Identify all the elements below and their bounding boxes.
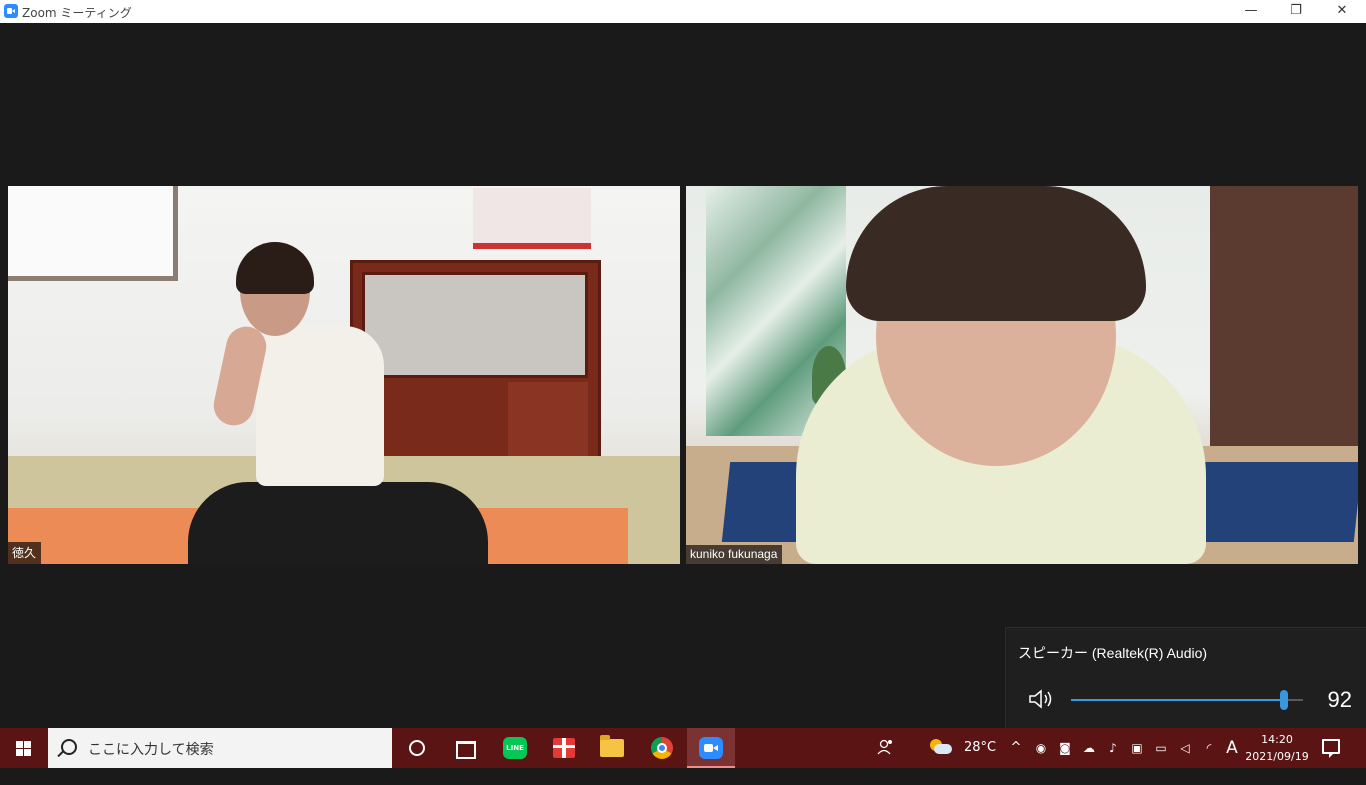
restore-button[interactable]: ❐ — [1273, 0, 1319, 23]
cortana-icon — [409, 740, 425, 756]
taskbar: ここに入力して検索 LINE 28°C ^ ◉ ◙ ☁ ♪ ▣ ▭ ◁ ◜ A — [0, 728, 1366, 768]
speaker-icon[interactable] — [1028, 688, 1056, 710]
network-status-icon[interactable]: ◉ — [1034, 741, 1048, 755]
task-view-button[interactable] — [440, 728, 488, 768]
window-title: Zoom ミーティング — [22, 6, 132, 20]
windows-logo-icon — [16, 741, 31, 756]
taskbar-app-zoom[interactable] — [687, 728, 735, 768]
chevron-up-icon[interactable]: ^ — [1008, 728, 1024, 768]
zoom-logo-icon — [4, 4, 18, 18]
volume-value: 92 — [1327, 687, 1352, 712]
participant-figure-hair — [846, 186, 1146, 321]
zoom-app-icon — [699, 737, 723, 759]
battery-icon[interactable]: ▭ — [1154, 741, 1168, 755]
microphone-icon[interactable]: ♪ — [1106, 741, 1120, 755]
wifi-icon[interactable]: ◜ — [1202, 741, 1216, 755]
chrome-icon — [651, 737, 673, 759]
clock-date: 2021/09/19 — [1245, 750, 1309, 763]
volume-slider-fill — [1071, 699, 1284, 701]
participant-name-tag: 徳久 — [8, 542, 42, 564]
title-bar: Zoom ミーティング — ❐ ✕ — [0, 0, 1366, 23]
close-button[interactable]: ✕ — [1319, 0, 1365, 23]
task-view-icon — [456, 741, 476, 759]
camera-icon[interactable]: ◙ — [1058, 741, 1072, 755]
gift-app-icon — [553, 738, 575, 758]
weather-cloud — [934, 744, 952, 754]
taskbar-app-gift[interactable] — [540, 728, 588, 768]
security-icon[interactable]: ▣ — [1130, 741, 1144, 755]
participant-name-tag: kuniko fukunaga — [686, 545, 783, 564]
line-app-icon: LINE — [503, 737, 527, 759]
system-clock[interactable]: 14:20 2021/09/19 — [1245, 731, 1309, 765]
taskbar-app-chrome[interactable] — [638, 728, 686, 768]
taskbar-search-box[interactable]: ここに入力して検索 — [48, 728, 392, 768]
participant-figure-body — [256, 326, 384, 486]
onedrive-cloud-icon[interactable]: ☁ — [1082, 741, 1096, 755]
participant-video-tile[interactable]: kuniko fukunaga — [686, 186, 1358, 564]
taskbar-app-line[interactable]: LINE — [491, 728, 539, 768]
volume-slider[interactable] — [1071, 690, 1303, 710]
video-background-boxes — [473, 188, 591, 249]
clock-time: 14:20 — [1261, 733, 1293, 746]
taskbar-app-file-explorer[interactable] — [588, 728, 636, 768]
notification-center-icon[interactable] — [1322, 739, 1340, 758]
cortana-button[interactable] — [392, 728, 440, 768]
weather-icon[interactable] — [930, 739, 954, 755]
file-explorer-icon — [600, 735, 624, 757]
volume-icon[interactable]: ◁ — [1178, 741, 1192, 755]
participant-video-tile[interactable]: 徳久 — [8, 186, 680, 564]
start-button[interactable] — [0, 728, 48, 768]
audio-device-name[interactable]: スピーカー (Realtek(R) Audio) — [1018, 643, 1207, 663]
people-icon-glyph — [877, 739, 892, 755]
ime-mode-indicator[interactable]: A — [1225, 740, 1239, 757]
video-background-cabinet-glass — [362, 272, 588, 378]
search-placeholder: ここに入力して検索 — [88, 742, 214, 758]
volume-slider-thumb[interactable] — [1280, 690, 1288, 710]
minimize-button[interactable]: — — [1228, 0, 1274, 23]
video-background-window — [8, 186, 178, 281]
people-icon[interactable] — [874, 728, 896, 768]
weather-temperature[interactable]: 28°C — [960, 728, 1000, 768]
video-background-door — [1210, 186, 1358, 456]
volume-flyout: スピーカー (Realtek(R) Audio) 92 — [1005, 627, 1366, 729]
search-icon — [61, 739, 77, 755]
participant-figure-hair — [236, 242, 314, 294]
participant-figure-legs — [188, 482, 488, 564]
